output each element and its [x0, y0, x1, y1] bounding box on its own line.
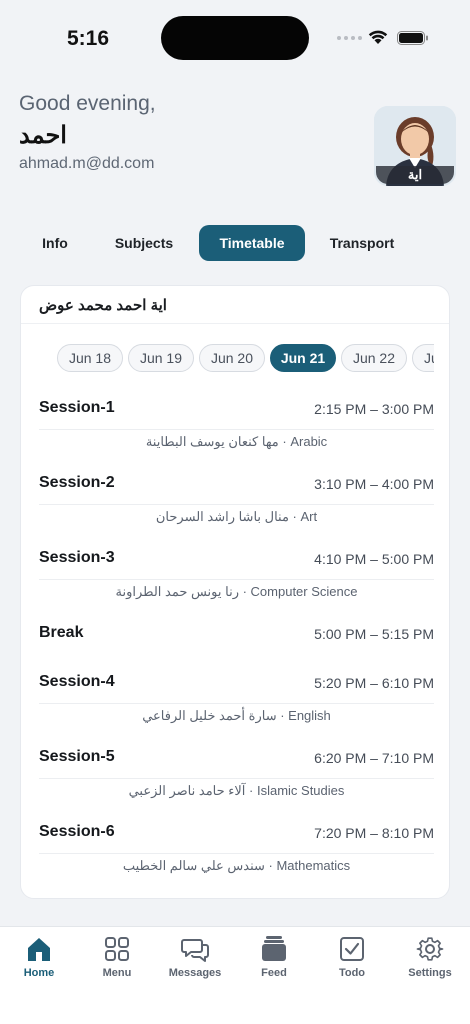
tab-subjects[interactable]: Subjects [89, 225, 199, 261]
session-row: Session-5 6:20 PM – 7:10 PM آلاء حامد نا… [39, 740, 434, 815]
session-detail: مها كنعان يوسف البطاينة · Arabic [145, 434, 328, 449]
session-title: Session-3 [39, 549, 115, 566]
date-chip[interactable]: Jun 18 [57, 344, 123, 372]
session-detail: آلاء حامد ناصر الزعبي · Islamic Studies [128, 783, 345, 798]
session-detail: سارة أحمد خليل الرفاعي · English [142, 708, 331, 723]
status-bar: 5:16 [0, 0, 470, 78]
session-time: 5:00 PM – 5:15 PM [314, 626, 434, 642]
greeting-text: Good evening, [19, 92, 156, 115]
nav-menu[interactable]: Menu [82, 927, 152, 989]
wifi-icon [368, 30, 388, 44]
avatar[interactable]: اية [374, 106, 456, 186]
date-selector[interactable]: Jun 18Jun 19Jun 20Jun 21Jun 22Jun 23 [57, 344, 434, 374]
session-time: 2:15 PM – 3:00 PM [314, 401, 434, 417]
tab-timetable[interactable]: Timetable [199, 225, 305, 261]
divider [39, 504, 434, 505]
cellular-signal-icon [337, 36, 362, 40]
session-list: Session-1 2:15 PM – 3:00 PM مها كنعان يو… [39, 391, 434, 890]
nav-label: Messages [168, 967, 222, 979]
feed-icon [262, 936, 286, 961]
user-name: احمد [19, 122, 67, 149]
session-row: Session-3 4:10 PM – 5:00 PM رنا يونس حمد… [39, 541, 434, 616]
session-title: Session-2 [39, 474, 115, 491]
nav-label: Settings [408, 967, 452, 979]
session-row: Session-6 7:20 PM – 8:10 PM سندس علي سال… [39, 815, 434, 890]
gear-icon [416, 937, 444, 961]
date-chip[interactable]: Jun 23 [412, 344, 434, 372]
bottom-nav: Home Menu Messages Feed Todo Settings [0, 926, 470, 1024]
student-name: اية احمد محمد عوض [21, 286, 449, 324]
nav-label: Todo [338, 967, 366, 979]
divider [39, 853, 434, 854]
divider [39, 579, 434, 580]
date-chip-selected[interactable]: Jun 21 [270, 344, 336, 372]
break-row: Break 5:00 PM – 5:15 PM [39, 616, 434, 665]
checkbox-icon [340, 937, 364, 961]
tab-info[interactable]: Info [24, 225, 86, 261]
session-time: 6:20 PM – 7:10 PM [314, 750, 434, 766]
nav-feed[interactable]: Feed [239, 927, 309, 989]
nav-home[interactable]: Home [4, 927, 74, 989]
session-time: 3:10 PM – 4:00 PM [314, 476, 434, 492]
nav-settings[interactable]: Settings [395, 927, 465, 989]
date-chip[interactable]: Jun 19 [128, 344, 194, 372]
status-time: 5:16 [67, 27, 110, 50]
divider [39, 429, 434, 430]
chat-icon [181, 939, 209, 962]
dynamic-island [161, 16, 309, 60]
date-chip[interactable]: Jun 22 [341, 344, 407, 372]
nav-todo[interactable]: Todo [317, 927, 387, 989]
session-title: Session-4 [39, 673, 115, 690]
date-chip[interactable]: Jun 20 [199, 344, 265, 372]
session-time: 5:20 PM – 6:10 PM [314, 675, 434, 691]
nav-label: Menu [102, 967, 132, 979]
session-title: Session-5 [39, 748, 115, 765]
user-email: ahmad.m@dd.com [19, 155, 155, 172]
session-detail: رنا يونس حمد الطراونة · Computer Science [115, 584, 358, 599]
divider [39, 703, 434, 704]
session-title: Session-6 [39, 823, 115, 840]
grid-icon [105, 937, 129, 961]
timetable-card: اية احمد محمد عوض Jun 18 Jun 19 Jun 20 Jun … [20, 285, 450, 899]
battery-icon [397, 31, 428, 45]
session-time: 7:20 PM – 8:10 PM [314, 825, 434, 841]
avatar-label: اية [376, 166, 454, 184]
session-row: Session-4 5:20 PM – 6:10 PM سارة أحمد خل… [39, 665, 434, 740]
nav-label: Feed [261, 967, 287, 979]
session-detail: سندس علي سالم الخطيب · Mathematics [122, 858, 351, 873]
session-row: Session-2 3:10 PM – 4:00 PM منال باشا را… [39, 466, 434, 541]
tab-transport[interactable]: Transport [305, 225, 419, 261]
home-icon [28, 938, 50, 961]
session-title: Break [39, 624, 84, 641]
section-tabs: Info Subjects Timetable Transport [24, 225, 419, 261]
divider [39, 778, 434, 779]
nav-label: Home [23, 967, 55, 979]
session-detail: منال باشا راشد السرحان · Art [155, 509, 318, 524]
session-row: Session-1 2:15 PM – 3:00 PM مها كنعان يو… [39, 391, 434, 466]
nav-messages[interactable]: Messages [160, 927, 230, 989]
session-title: Session-1 [39, 399, 115, 416]
session-time: 4:10 PM – 5:00 PM [314, 551, 434, 567]
